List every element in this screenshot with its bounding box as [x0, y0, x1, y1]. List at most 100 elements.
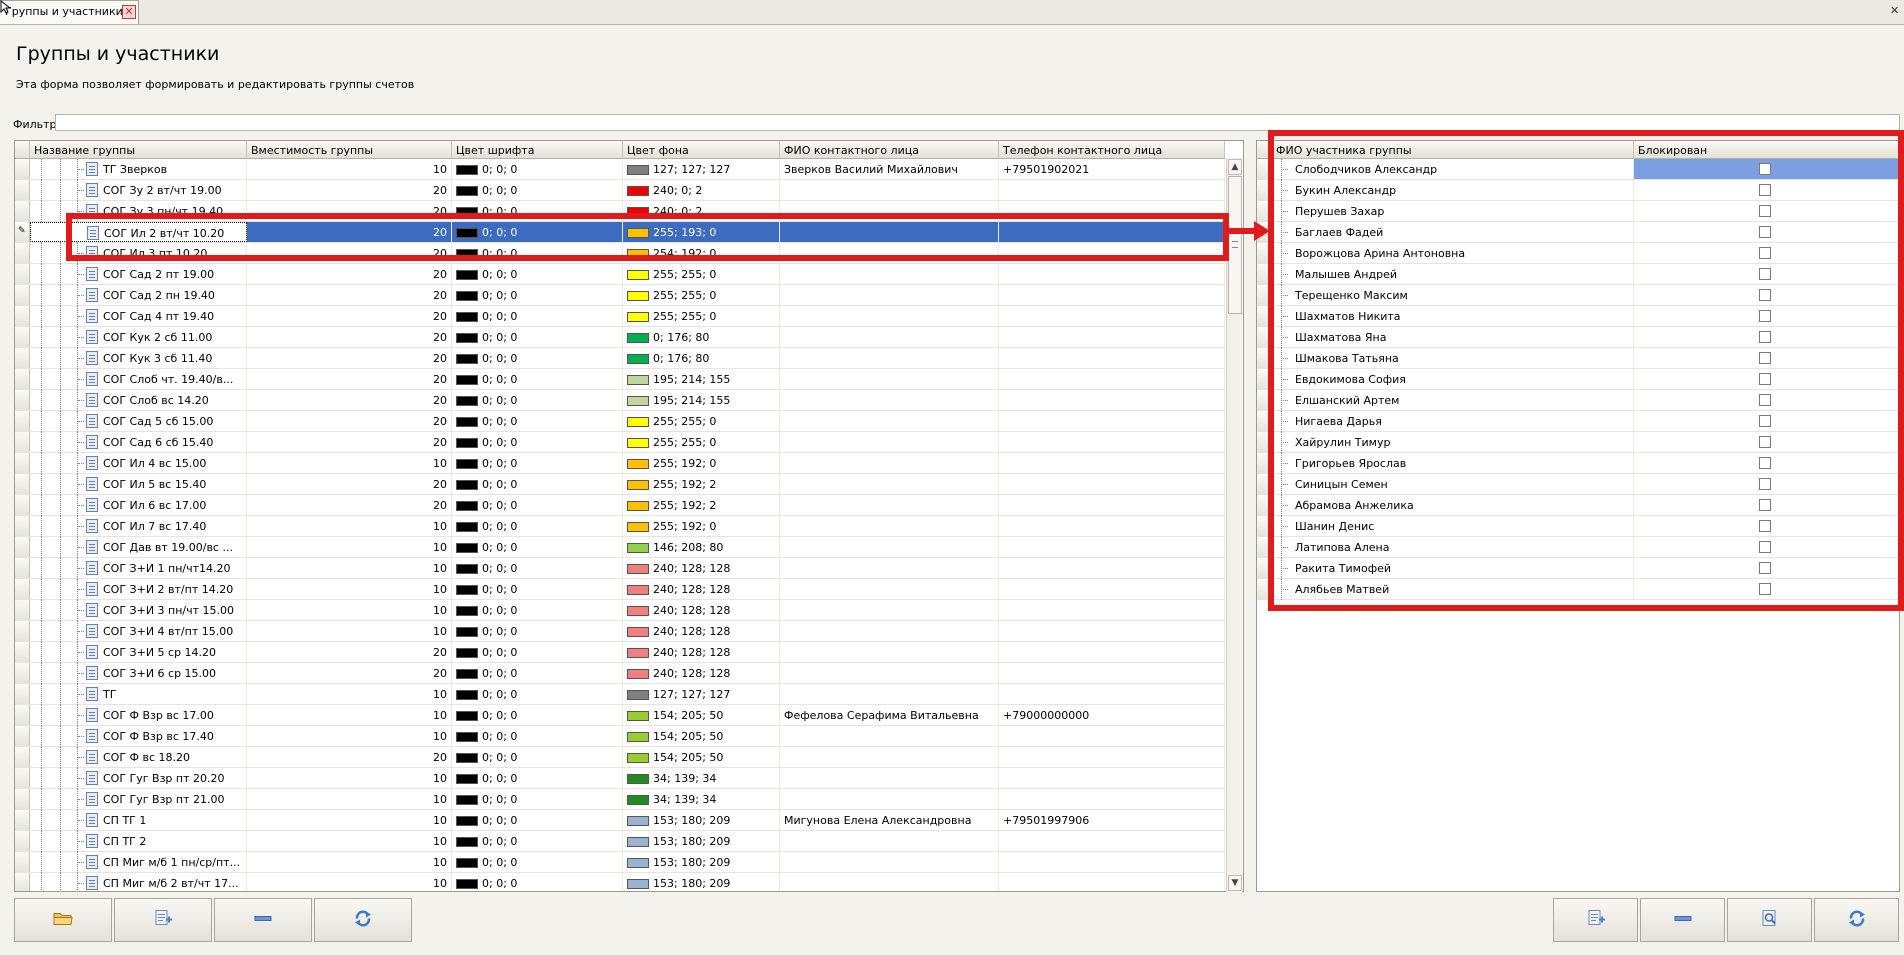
bg-color-cell[interactable]: 146; 208; 80	[623, 537, 780, 557]
contact-name[interactable]	[780, 789, 999, 809]
group-capacity[interactable]: 10	[247, 558, 452, 578]
group-capacity[interactable]: 10	[247, 600, 452, 620]
add-member-button[interactable]	[1553, 898, 1638, 942]
font-color-cell[interactable]: 0; 0; 0	[452, 306, 623, 326]
font-color-cell[interactable]: 0; 0; 0	[452, 264, 623, 284]
group-capacity[interactable]: 10	[247, 453, 452, 473]
group-row[interactable]: СОГ Ил 4 вс 15.00 10 0; 0; 0 255; 192; 0	[15, 453, 1225, 474]
font-color-cell[interactable]: 0; 0; 0	[452, 285, 623, 305]
contact-phone[interactable]	[999, 180, 1225, 200]
find-member-button[interactable]	[1727, 898, 1812, 942]
bg-color-cell[interactable]: 255; 255; 0	[623, 411, 780, 431]
bg-color-cell[interactable]: 127; 127; 127	[623, 159, 780, 179]
group-row[interactable]: СОГ З+И 3 пн/чт 15.00 10 0; 0; 0 240; 128; …	[15, 600, 1225, 621]
bg-color-cell[interactable]: 240; 128; 128	[623, 642, 780, 662]
row-indicator[interactable]	[15, 285, 30, 305]
contact-name[interactable]	[780, 411, 999, 431]
group-capacity[interactable]: 20	[247, 495, 452, 515]
group-row[interactable]: СОГ Зу 2 вт/чт 19.00 20 0; 0; 0 240; 0; 2	[15, 180, 1225, 201]
group-row[interactable]: СОГ Кук 2 сб 11.00 20 0; 0; 0 0; 176; 80	[15, 327, 1225, 348]
font-color-cell[interactable]: 0; 0; 0	[452, 873, 623, 891]
row-indicator[interactable]	[15, 432, 30, 452]
tab-close-icon[interactable]: ✕	[122, 5, 136, 19]
group-name-cell[interactable]: СП ТГ 2	[30, 831, 247, 851]
group-row[interactable]: СОГ Сад 5 сб 15.00 20 0; 0; 0 255; 255; 0	[15, 411, 1225, 432]
row-indicator[interactable]	[15, 558, 30, 578]
contact-phone[interactable]	[999, 411, 1225, 431]
bg-color-cell[interactable]: 0; 176; 80	[623, 348, 780, 368]
group-name-cell[interactable]: СП Миг м/б 1 пн/ср/пт...	[30, 852, 247, 872]
bg-color-cell[interactable]: 255; 192; 0	[623, 453, 780, 473]
font-color-cell[interactable]: 0; 0; 0	[452, 621, 623, 641]
font-color-cell[interactable]: 0; 0; 0	[452, 453, 623, 473]
group-row[interactable]: СОГ Ф Взр вс 17.00 10 0; 0; 0 154; 205; 50 Ф…	[15, 705, 1225, 726]
group-capacity[interactable]: 20	[247, 369, 452, 389]
row-indicator[interactable]	[15, 201, 30, 221]
contact-name[interactable]	[780, 306, 999, 326]
group-capacity[interactable]: 20	[247, 264, 452, 284]
group-row[interactable]: СОГ З+И 6 ср 15.00 20 0; 0; 0 240; 128; 128	[15, 663, 1225, 684]
groups-column-header[interactable]: Телефон контактного лица	[999, 141, 1225, 159]
group-name-cell[interactable]: СОГ З+И 2 вт/пт 14.20	[30, 579, 247, 599]
bg-color-cell[interactable]: 153; 180; 209	[623, 810, 780, 830]
group-name-cell[interactable]: СОГ Гуг Взр пт 20.20	[30, 768, 247, 788]
row-indicator[interactable]	[15, 642, 30, 662]
bg-color-cell[interactable]: 255; 192; 2	[623, 474, 780, 494]
group-capacity[interactable]: 10	[247, 831, 452, 851]
contact-phone[interactable]: +79501997906	[999, 810, 1225, 830]
font-color-cell[interactable]: 0; 0; 0	[452, 516, 623, 536]
contact-phone[interactable]	[999, 621, 1225, 641]
contact-phone[interactable]	[999, 558, 1225, 578]
contact-name[interactable]: Зверков Василий Михайлович	[780, 159, 999, 179]
contact-name[interactable]	[780, 474, 999, 494]
contact-phone[interactable]	[999, 600, 1225, 620]
group-name-cell[interactable]: СП Миг м/б 2 вт/чт 17...	[30, 873, 247, 891]
group-capacity[interactable]: 10	[247, 726, 452, 746]
group-capacity[interactable]: 20	[247, 411, 452, 431]
group-capacity[interactable]: 20	[247, 348, 452, 368]
contact-phone[interactable]	[999, 348, 1225, 368]
row-indicator[interactable]	[15, 684, 30, 704]
bg-color-cell[interactable]: 195; 214; 155	[623, 390, 780, 410]
scroll-thumb[interactable]	[1228, 176, 1242, 314]
group-capacity[interactable]: 20	[247, 747, 452, 767]
group-row[interactable]: СОГ З+И 2 вт/пт 14.20 10 0; 0; 0 240; 128; …	[15, 579, 1225, 600]
row-indicator[interactable]	[15, 474, 30, 494]
tab-groups[interactable]: Группы и участники ✕	[0, 0, 139, 24]
group-name-cell[interactable]: СОГ З+И 4 вт/пт 15.00	[30, 621, 247, 641]
contact-name[interactable]: Мигунова Елена Александровна	[780, 810, 999, 830]
group-capacity[interactable]: 20	[247, 306, 452, 326]
group-name-cell[interactable]: ТГ Зверков	[30, 159, 247, 179]
group-row[interactable]: СОГ Ил 5 вс 15.40 20 0; 0; 0 255; 192; 2	[15, 474, 1225, 495]
group-capacity[interactable]: 10	[247, 684, 452, 704]
group-capacity[interactable]: 10	[247, 789, 452, 809]
group-capacity[interactable]: 10	[247, 621, 452, 641]
group-name-cell[interactable]: СОГ Сад 2 пн 19.40	[30, 285, 247, 305]
group-row[interactable]: СП ТГ 1 10 0; 0; 0 153; 180; 209 Мигунова Ел…	[15, 810, 1225, 831]
row-indicator[interactable]	[15, 600, 30, 620]
font-color-cell[interactable]: 0; 0; 0	[452, 432, 623, 452]
group-name-cell[interactable]: СОГ Сад 4 пт 19.40	[30, 306, 247, 326]
contact-phone[interactable]	[999, 306, 1225, 326]
bg-color-cell[interactable]: 255; 192; 0	[623, 516, 780, 536]
contact-phone[interactable]	[999, 789, 1225, 809]
contact-name[interactable]	[780, 369, 999, 389]
groups-column-header[interactable]: Вместимость группы	[247, 141, 452, 159]
row-indicator[interactable]	[15, 264, 30, 284]
contact-name[interactable]	[780, 432, 999, 452]
group-capacity[interactable]: 10	[247, 537, 452, 557]
contact-phone[interactable]: +79501902021	[999, 159, 1225, 179]
group-capacity[interactable]: 20	[247, 390, 452, 410]
contact-phone[interactable]	[999, 873, 1225, 891]
bg-color-cell[interactable]: 255; 255; 0	[623, 432, 780, 452]
group-name-cell[interactable]: СОГ З+И 1 пн/чт14.20	[30, 558, 247, 578]
contact-phone[interactable]	[999, 432, 1225, 452]
font-color-cell[interactable]: 0; 0; 0	[452, 411, 623, 431]
group-capacity[interactable]: 10	[247, 810, 452, 830]
open-group-button[interactable]	[14, 898, 112, 942]
contact-phone[interactable]	[999, 768, 1225, 788]
contact-phone[interactable]	[999, 390, 1225, 410]
scroll-down-button[interactable]: ▼	[1228, 875, 1242, 891]
add-group-button[interactable]	[114, 898, 212, 942]
group-name-cell[interactable]: СОГ Кук 2 сб 11.00	[30, 327, 247, 347]
